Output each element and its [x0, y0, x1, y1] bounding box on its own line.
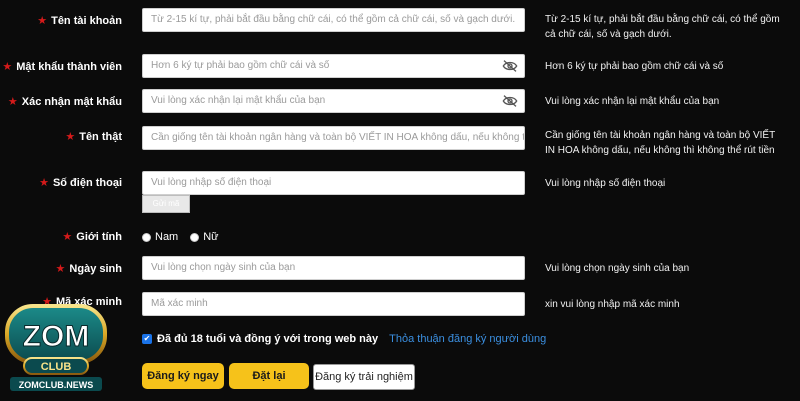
password-label: ★ Mật khẩu thành viên: [2, 60, 122, 73]
phone-input[interactable]: Vui lòng nhập số điện thoại: [142, 171, 525, 195]
real-name-label: ★ Tên thật: [65, 130, 122, 143]
verification-input[interactable]: Mã xác minh: [142, 292, 525, 316]
eye-off-icon[interactable]: [502, 59, 518, 73]
required-star-icon: ★: [39, 176, 49, 189]
trial-register-button[interactable]: Đăng ký trải nghiệm: [313, 364, 415, 390]
required-star-icon: ★: [2, 60, 13, 73]
agreement-row: ✔ Đã đủ 18 tuổi và đồng ý với trong web …: [142, 333, 546, 345]
gender-label: ★ Giới tính: [62, 230, 122, 243]
eye-off-icon[interactable]: [502, 94, 518, 108]
required-star-icon: ★: [7, 95, 18, 108]
phone-label: ★ Số điện thoại: [39, 176, 122, 189]
username-label: ★ Tên tài khoản: [37, 14, 122, 27]
checkmark-icon: ✔: [143, 334, 151, 343]
send-code-button[interactable]: Gửi mã: [142, 195, 190, 213]
username-hint: Từ 2-15 kí tự, phải bắt đầu bằng chữ cái…: [545, 14, 780, 40]
agree-text: Đã đủ 18 tuổi và đồng ý với trong web nà…: [157, 333, 379, 345]
verification-hint: xin vui lòng nhập mã xác minh: [545, 299, 680, 310]
radio-circle-icon[interactable]: [190, 232, 200, 242]
required-star-icon: ★: [37, 14, 48, 27]
password-input[interactable]: Hơn 6 ký tự phải bao gồm chữ cái và số: [142, 54, 525, 78]
logo-graphic: ZOM CLUB ZOMCLUB.NEWS: [5, 304, 107, 391]
required-star-icon: ★: [62, 230, 73, 243]
username-input[interactable]: Từ 2-15 kí tự, phải bắt đầu bằng chữ cái…: [142, 8, 525, 32]
required-star-icon: ★: [55, 262, 66, 275]
real-name-hint: Cần giống tên tài khoản ngân hàng và toà…: [545, 130, 775, 156]
agree-checkbox[interactable]: ✔: [142, 334, 152, 344]
gender-radio-group: Nam Nữ: [142, 231, 219, 243]
confirm-password-label: ★ Xác nhận mật khẩu: [7, 95, 122, 108]
real-name-input[interactable]: Cần giống tên tài khoản ngân hàng và toà…: [142, 126, 525, 150]
reset-button[interactable]: Đặt lại: [229, 363, 309, 389]
confirm-password-input[interactable]: Vui lòng xác nhận lại mật khẩu của bạn: [142, 89, 525, 113]
logo-domain-text: ZOMCLUB.NEWS: [19, 380, 94, 390]
user-agreement-link[interactable]: Thỏa thuận đăng ký người dùng: [389, 333, 546, 345]
radio-circle-icon[interactable]: [142, 232, 151, 242]
birthday-hint: Vui lòng chọn ngày sinh của bạn: [545, 263, 690, 274]
logo-sub-text: CLUB: [41, 361, 72, 373]
logo-main-text: ZOM: [23, 320, 90, 353]
gender-radio-male[interactable]: Nam: [142, 231, 178, 243]
register-button[interactable]: Đăng ký ngay: [142, 363, 224, 389]
zomclub-logo: ZOM CLUB ZOMCLUB.NEWS: [4, 300, 108, 396]
password-hint: Hơn 6 ký tự phải bao gồm chữ cái và số: [545, 61, 724, 72]
birthday-input[interactable]: Vui lòng chọn ngày sinh của bạn: [142, 256, 525, 280]
phone-hint: Vui lòng nhập số điện thoại: [545, 178, 666, 189]
birthday-label: ★ Ngày sinh: [55, 262, 122, 275]
gender-radio-female[interactable]: Nữ: [190, 231, 219, 243]
required-star-icon: ★: [65, 130, 76, 143]
confirm-password-hint: Vui lòng xác nhận lại mật khẩu của bạn: [545, 96, 720, 107]
